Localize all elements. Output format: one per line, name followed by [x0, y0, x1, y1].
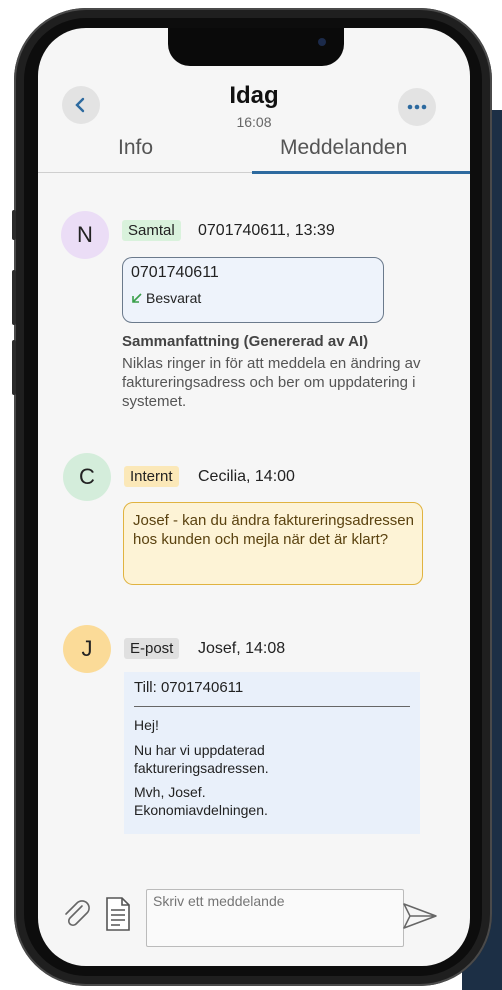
email-line: Nu har vi uppdaterad faktureringsadresse…: [134, 742, 269, 776]
attach-button[interactable]: [58, 896, 92, 935]
email-line: Hej!: [134, 717, 159, 733]
call-tag: Samtal: [122, 220, 181, 241]
tab-active-indicator: [252, 171, 470, 174]
avatar: N: [61, 211, 109, 259]
call-number: 0701740611: [131, 264, 219, 281]
email-to: Till: 0701740611: [134, 679, 244, 696]
send-button[interactable]: [402, 902, 438, 935]
phone-volume-up: [12, 270, 16, 325]
summary-title: Sammanfattning (Genererad av AI): [122, 333, 369, 350]
more-icon: [407, 104, 427, 110]
email-card[interactable]: Till: 0701740611 Hej! Nu har vi uppdater…: [124, 672, 420, 834]
phone-notch: [168, 28, 344, 66]
call-status: Besvarat: [146, 290, 202, 306]
phone-side-button: [12, 210, 16, 240]
tab-info[interactable]: Info: [118, 136, 153, 160]
email-divider: [134, 706, 410, 707]
camera-icon: [318, 38, 326, 46]
message-meta: Cecilia, 14:00: [198, 468, 295, 485]
template-button[interactable]: [104, 896, 132, 937]
avatar: C: [63, 453, 111, 501]
avatar: J: [63, 625, 111, 673]
document-icon: [106, 897, 130, 931]
email-line: Mvh, Josef. Ekonomiavdelningen.: [134, 784, 268, 818]
phone-volume-down: [12, 340, 16, 395]
internal-tag: Internt: [124, 466, 179, 487]
summary-text: Niklas ringer in för att meddela en ändr…: [122, 355, 421, 410]
email-tag: E-post: [124, 638, 180, 659]
message-meta: 0701740611, 13:39: [198, 222, 335, 239]
call-card[interactable]: 0701740611 Besvarat: [122, 257, 384, 323]
send-icon: [403, 903, 437, 929]
incoming-call-icon: [132, 293, 142, 303]
paperclip-icon: [65, 900, 90, 927]
tab-messages[interactable]: Meddelanden: [280, 136, 407, 160]
call-status-row: Besvarat: [131, 290, 201, 306]
message-meta: Josef, 14:08: [198, 640, 286, 657]
internal-note[interactable]: Josef - kan du ändra faktureringsadresse…: [123, 502, 423, 585]
internal-text: Josef - kan du ändra faktureringsadresse…: [133, 512, 414, 548]
message-input[interactable]: [146, 889, 404, 947]
more-button[interactable]: [398, 88, 436, 126]
app-screen: Idag 16:08 Info Meddelanden N Samtal 070…: [38, 28, 470, 966]
